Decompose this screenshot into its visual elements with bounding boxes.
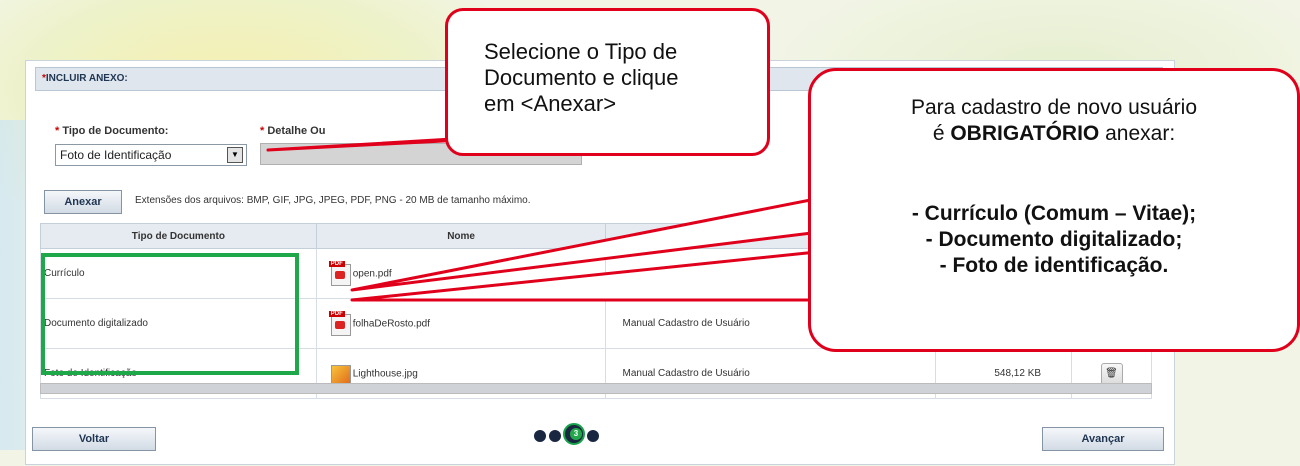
file-link[interactable]: open.pdf (353, 268, 392, 279)
required-documents-highlight (41, 253, 299, 375)
trash-icon[interactable]: 🗑 (1100, 362, 1123, 385)
step-current: 3 (563, 423, 585, 445)
row-file: PDF folhaDeRosto.pdf (315, 298, 607, 349)
allowed-extensions-text: Extensões dos arquivos: BMP, GIF, JPG, J… (135, 195, 531, 206)
list-item: - Foto de identificação. (939, 254, 1169, 277)
chevron-down-icon[interactable]: ▼ (227, 147, 243, 163)
detail-label: * Detalhe Ou (260, 125, 326, 137)
step-dot (587, 430, 599, 442)
attach-button[interactable]: Anexar (44, 190, 122, 214)
step-dot (549, 430, 561, 442)
next-button[interactable]: Avançar (1042, 427, 1164, 451)
column-header-name: Nome (315, 223, 607, 249)
document-type-select[interactable]: Foto de Identificação ▼ (55, 144, 247, 166)
document-type-label: * Tipo de Documento: (55, 125, 169, 137)
pdf-icon: PDF (328, 260, 351, 286)
file-link[interactable]: folhaDeRosto.pdf (353, 318, 430, 329)
step-dot (534, 430, 546, 442)
document-type-value: Foto de Identificação (60, 148, 172, 162)
panel-title: *INCLUIR ANEXO: (42, 73, 128, 84)
back-button[interactable]: Voltar (32, 427, 156, 451)
list-item: - Currículo (Comum – Vitae); (911, 202, 1197, 225)
file-link[interactable]: Lighthouse.jpg (353, 368, 418, 379)
requirements-list: - Currículo (Comum – Vitae); - Documento… (811, 201, 1297, 279)
list-item: - Documento digitalizado; (925, 228, 1183, 251)
instruction-text: Selecione o Tipo de Documento e clique e… (484, 39, 679, 116)
instruction-callout: Selecione o Tipo de Documento e clique e… (445, 8, 770, 156)
requirements-callout: Para cadastro de novo usuário é OBRIGATÓ… (808, 68, 1300, 352)
row-file: PDF open.pdf (315, 248, 607, 299)
step-indicator: 3 (534, 423, 634, 447)
pdf-icon: PDF (328, 310, 351, 336)
column-header-type: Tipo de Documento (40, 223, 317, 249)
requirements-intro: Para cadastro de novo usuário é OBRIGATÓ… (910, 96, 1197, 145)
table-footer-bar (40, 383, 1152, 394)
image-icon (330, 363, 351, 385)
